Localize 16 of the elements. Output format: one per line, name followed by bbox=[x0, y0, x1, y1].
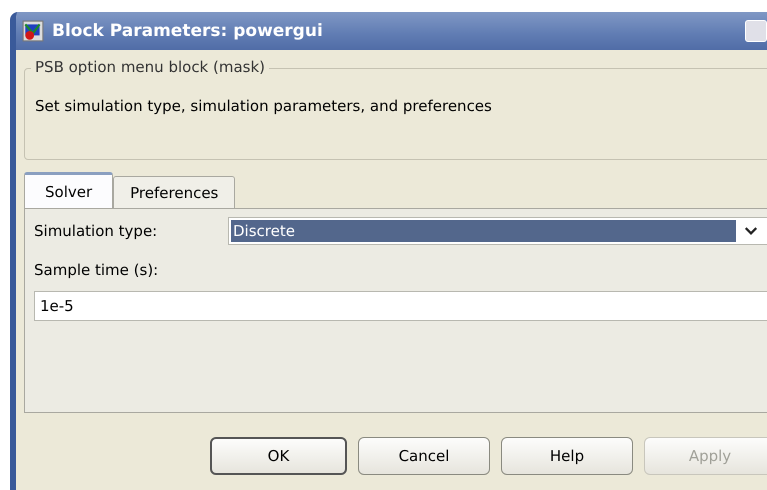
tab[interactable]: Preferences bbox=[113, 176, 236, 208]
dialog-button[interactable]: Help bbox=[501, 437, 633, 475]
input-field[interactable]: 1e-5 bbox=[34, 291, 767, 321]
window-title: Block Parameters: powergui bbox=[52, 21, 324, 41]
group-title: PSB option menu block (mask) bbox=[31, 58, 270, 76]
app-icon bbox=[22, 20, 44, 42]
dropdown-value: Discrete bbox=[231, 220, 736, 242]
dialog-button[interactable]: OK bbox=[210, 437, 347, 475]
description-text: Set simulation type, simulation parameters, and preferences bbox=[35, 97, 493, 115]
field-label: Sample time (s): bbox=[34, 261, 160, 279]
caret-icon bbox=[744, 226, 758, 236]
dialog-button[interactable]: Cancel bbox=[358, 437, 490, 475]
tab[interactable]: Solver bbox=[24, 172, 114, 208]
close-button[interactable] bbox=[745, 20, 767, 42]
field-label: Simulation type: bbox=[34, 222, 158, 240]
dropdown[interactable]: Discrete bbox=[228, 217, 767, 245]
